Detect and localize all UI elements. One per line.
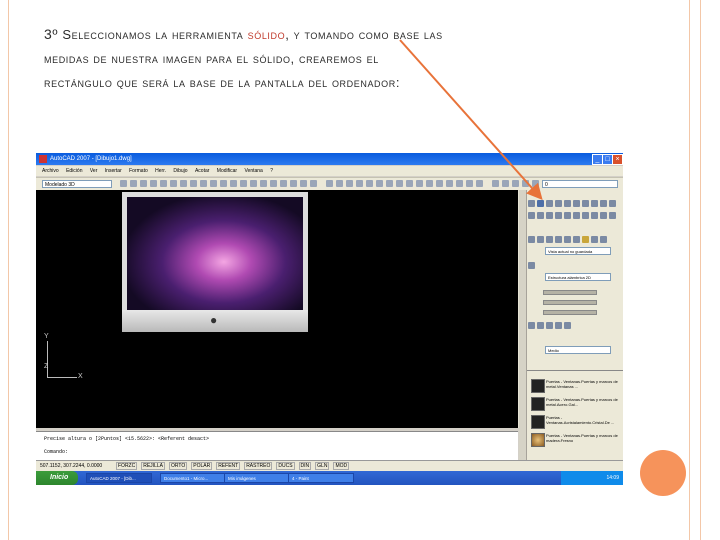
decorative-orange-circle [640, 450, 686, 496]
pointer-arrow [399, 39, 543, 200]
